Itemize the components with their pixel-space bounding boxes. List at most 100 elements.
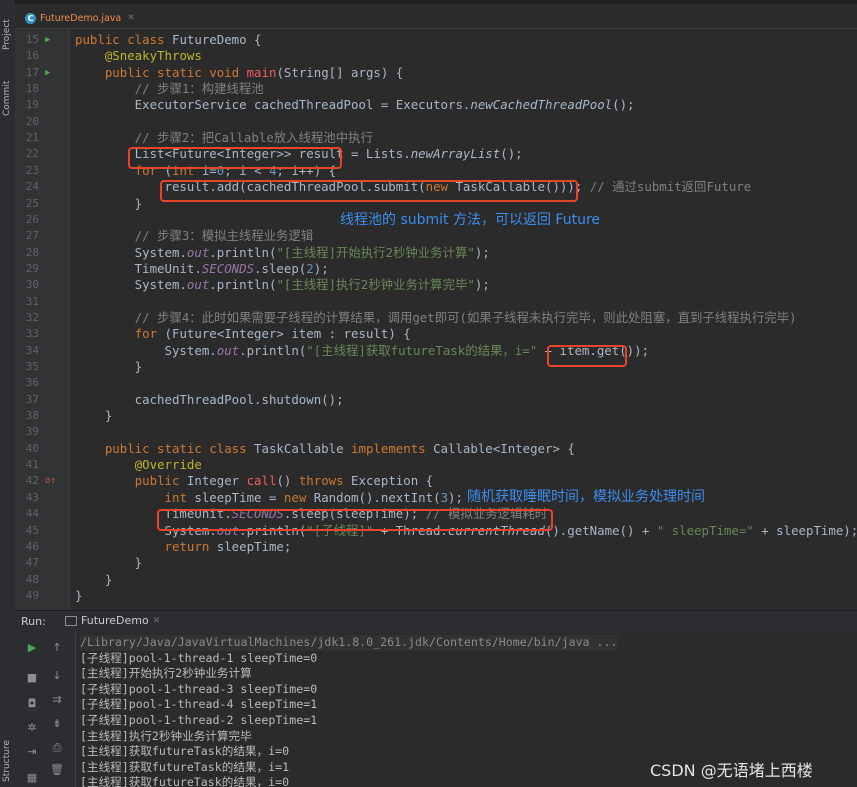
code-line[interactable]: 34 System.out.println("[主线程]获取futureTask… [15, 343, 857, 359]
code-line[interactable]: 42 o↑ public Integer call() throws Except… [15, 473, 857, 489]
console-output-line: [子线程]pool-1-thread-1 sleepTime=0 [80, 650, 318, 665]
code-line[interactable]: 15 ▶ public class FutureDemo { [15, 32, 857, 48]
trash-icon[interactable]: 🗑 [49, 763, 65, 776]
line-number: 30 [25, 278, 39, 292]
code-token: out [186, 244, 210, 260]
code-token: Integer [186, 473, 247, 489]
file-tab-futuredemo[interactable]: C FutureDemo.java ✕ [25, 8, 135, 28]
code-token: " sleepTime=" [656, 522, 754, 538]
scroll-to-end-icon[interactable]: ⇟ [49, 717, 65, 730]
code-token: (String[] args) { [276, 64, 404, 80]
rerun-icon[interactable]: ▶ [24, 641, 40, 654]
code-line[interactable]: 18 // 步骤1：构建线程池 [15, 81, 857, 97]
code-token: return [164, 538, 217, 554]
commit-tool-tab[interactable]: Commit [0, 70, 15, 120]
implements-gutter-icon[interactable]: o↑ [45, 473, 56, 489]
project-tool-tab[interactable]: Project [0, 6, 15, 54]
code-token: TaskCallable [254, 440, 352, 456]
code-line[interactable]: 31 [15, 294, 857, 310]
code-text: } [75, 196, 142, 212]
line-number: 28 [25, 245, 39, 259]
arrow-up-icon[interactable]: ↑ [49, 641, 65, 654]
code-line[interactable]: 43 int sleepTime = new Random().nextInt(… [15, 490, 857, 506]
line-number: 29 [25, 261, 39, 275]
code-token: (); [612, 97, 635, 113]
java-class-icon: C [25, 12, 36, 24]
arrow-down-icon[interactable]: ↓ [49, 669, 65, 682]
line-number: 33 [25, 327, 39, 341]
code-line[interactable]: 17 ▶ public static void main(String[] arg… [15, 65, 857, 81]
code-token: System. [75, 244, 187, 260]
code-token: public class [75, 32, 172, 47]
soft-wrap-icon[interactable]: ⇉ [49, 693, 65, 706]
code-text: System.out.println("[主线程]执行2秒钟业务计算完毕"); [75, 277, 490, 293]
line-number: 18 [25, 82, 39, 96]
code-line[interactable]: 20 [15, 114, 857, 130]
gear-icon[interactable]: ✲ [24, 721, 40, 734]
console-output-line: [子线程]pool-1-thread-3 sleepTime=0 [80, 681, 318, 696]
code-line[interactable]: 27 // 步骤3：模拟主线程业务逻辑 [15, 228, 857, 244]
code-line[interactable]: 16 @SneakyThrows [15, 48, 857, 64]
print-icon[interactable]: ⎙ [49, 741, 65, 755]
code-line[interactable]: 48 } [15, 572, 857, 588]
line-number: 41 [25, 458, 39, 472]
code-line[interactable]: 21 // 步骤2：把Callable放入线程池中执行 [15, 130, 857, 146]
line-number: 16 [25, 49, 39, 63]
code-token: // 步骤2：把Callable放入线程池中执行 [134, 130, 373, 146]
code-line[interactable]: 19 ExecutorService cachedThreadPool = Ex… [15, 97, 857, 113]
highlight-box-result-list [128, 147, 342, 169]
run-tool-header: Run: FutureDemo ✕ [15, 610, 857, 634]
code-line[interactable]: 33 for (Future<Integer> item : result) { [15, 326, 857, 342]
code-line[interactable]: 30 System.out.println("[主线程]执行2秒钟业务计算完毕"… [15, 277, 857, 293]
code-token: .println( [209, 277, 277, 293]
code-text: } [75, 555, 142, 571]
code-token: newCachedThreadPool [470, 97, 613, 113]
code-token: } [75, 359, 143, 374]
code-line[interactable]: 46 return sleepTime; [15, 539, 857, 555]
line-number: 43 [25, 490, 39, 504]
camera-icon[interactable]: ◘ [24, 697, 40, 710]
close-icon[interactable]: ✕ [153, 616, 161, 626]
code-line[interactable]: 41 @Override [15, 457, 857, 473]
code-text: @SneakyThrows [75, 48, 202, 64]
code-token: int [164, 489, 195, 505]
run-tab-futuredemo[interactable]: FutureDemo ✕ [65, 614, 160, 627]
code-line[interactable]: 28 System.out.println("[主线程]开始执行2秒钟业务计算"… [15, 245, 857, 261]
code-token: } [75, 195, 143, 211]
code-token: new [283, 489, 314, 505]
code-token: @Override [134, 457, 202, 473]
exit-icon[interactable]: ⇥ [24, 745, 40, 758]
code-text: System.out.println("[主线程]开始执行2秒钟业务计算"); [75, 245, 490, 261]
code-token: for [134, 326, 165, 342]
structure-tool-tab[interactable]: Structure [0, 730, 15, 785]
code-token: throws [298, 473, 352, 489]
stop-icon[interactable]: ■ [24, 671, 40, 684]
layout-icon[interactable]: ▦ [24, 771, 40, 784]
run-gutter-icon[interactable]: ▶ [45, 65, 55, 81]
line-number: 15 [25, 33, 39, 46]
code-line[interactable]: 29 TimeUnit.SECONDS.sleep(2); [15, 261, 857, 277]
code-line[interactable]: 39 [15, 424, 857, 440]
code-line[interactable]: 40 public static class TaskCallable impl… [15, 441, 857, 457]
run-gutter-icon[interactable]: ▶ [45, 32, 55, 48]
line-number: 23 [25, 163, 39, 177]
code-line[interactable]: 37 cachedThreadPool.shutdown(); [15, 392, 857, 408]
code-token: } [75, 587, 83, 603]
code-line[interactable]: 32 // 步骤4：此时如果需要子线程的计算结果，调用get即可(如果子线程未执… [15, 310, 857, 326]
code-text: return sleepTime; [75, 538, 292, 555]
code-line[interactable]: 35 } [15, 359, 857, 375]
code-line[interactable]: 36 [15, 375, 857, 391]
code-text: // 步骤3：模拟主线程业务逻辑 [75, 228, 314, 244]
line-number: 45 [25, 523, 39, 537]
code-token: Random().nextInt( [313, 489, 441, 505]
code-line[interactable]: 49} [15, 588, 857, 604]
code-line[interactable]: 47 } [15, 555, 857, 571]
close-icon[interactable]: ✕ [127, 13, 135, 23]
code-line[interactable]: 38 } [15, 408, 857, 424]
